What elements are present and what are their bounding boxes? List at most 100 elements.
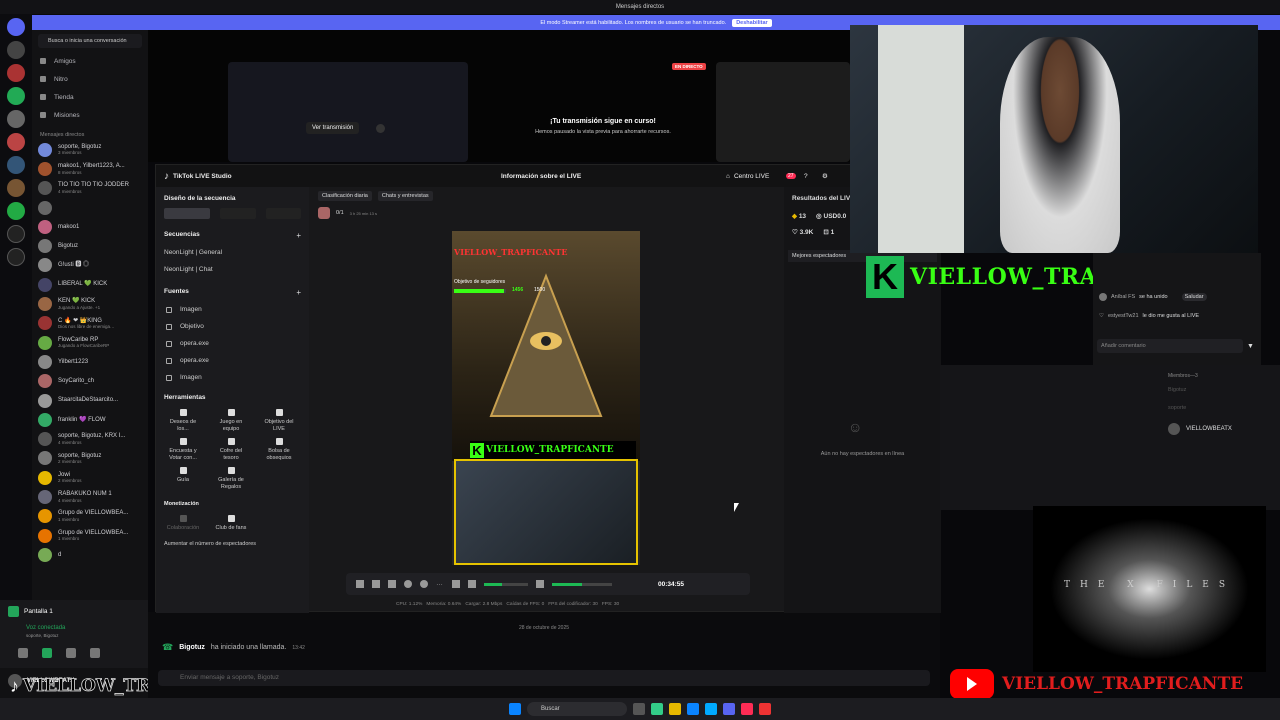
opera-icon[interactable]	[759, 703, 771, 715]
explore-icon[interactable]	[7, 248, 25, 266]
member-item[interactable]: Bigotuz	[1168, 387, 1186, 393]
dm-item[interactable]	[32, 198, 148, 217]
greet-button[interactable]: Saludar	[1181, 293, 1207, 301]
nav-friends[interactable]: Amigos	[32, 52, 148, 70]
tool-gift-bag[interactable]: Bolsa de obsequios	[260, 438, 298, 461]
portrait-toggle[interactable]	[164, 208, 211, 219]
dm-item[interactable]: TIO TIO TIO TIO JODDER 4 miembros	[32, 179, 148, 198]
member-item[interactable]: VIELLOWBEATX	[1168, 423, 1232, 435]
server-icon[interactable]	[7, 133, 25, 151]
add-sequence-icon[interactable]: +	[296, 231, 301, 240]
stream-tile[interactable]	[716, 62, 850, 162]
source-item[interactable]: opera.exe	[156, 335, 309, 352]
discord-icon[interactable]	[723, 703, 735, 715]
sequence-item[interactable]: NeonLight | Chat	[156, 261, 309, 278]
server-icon[interactable]	[7, 179, 25, 197]
taskbar-search[interactable]: Buscar	[527, 702, 627, 716]
record-icon[interactable]	[404, 580, 412, 588]
popout-icon[interactable]	[376, 124, 385, 133]
stream-tile[interactable]	[228, 62, 468, 162]
dm-item[interactable]: soporte, Bigotuz 2 miembros	[32, 449, 148, 468]
source-item[interactable]: Imagen	[156, 369, 309, 386]
dm-item[interactable]: KEN 💚 KICK Jugando a Ajuste. +1	[32, 294, 148, 313]
tab-chats[interactable]: Chats y entrevistas	[377, 191, 433, 201]
add-source-icon[interactable]: +	[296, 288, 301, 297]
sequence-item[interactable]: NeonLight | General	[156, 244, 309, 261]
member-item[interactable]: soporte	[1168, 405, 1186, 411]
dm-item[interactable]: FlowCaribe RP Jugando a FlowCaribeRP	[32, 333, 148, 352]
filter-icon[interactable]: ▼	[1247, 343, 1254, 350]
server-icon[interactable]	[7, 64, 25, 82]
notification-badge[interactable]: 27	[786, 173, 796, 179]
activities-icon[interactable]	[66, 648, 76, 658]
disable-button[interactable]: Deshabilitar	[732, 18, 772, 27]
start-icon[interactable]	[509, 703, 521, 715]
mute-video-icon[interactable]	[18, 648, 28, 658]
landscape-toggle[interactable]	[220, 208, 256, 219]
dm-item[interactable]: StaarcitaDeStaarcito...	[32, 391, 148, 410]
more-icon[interactable]: …	[436, 580, 444, 588]
nav-shop[interactable]: Tienda	[32, 88, 148, 106]
mic-icon[interactable]	[536, 580, 544, 588]
nav-quests[interactable]: Misiones	[32, 106, 148, 124]
dm-item[interactable]: makoo1	[32, 217, 148, 236]
dm-item[interactable]: Jowi 2 miembros	[32, 468, 148, 487]
screen-share-button[interactable]	[42, 648, 52, 658]
help-icon[interactable]: ?	[804, 173, 808, 180]
dm-item[interactable]: G!usti 🅱 ◎	[32, 256, 148, 275]
message-input[interactable]: Enviar mensaje a soporte, Bigotuz	[158, 670, 930, 686]
dm-item[interactable]: makoo1, Yilbert1223, A... 8 miembros	[32, 159, 148, 178]
edge-icon[interactable]	[687, 703, 699, 715]
dm-item[interactable]: soporte, Bigotuz 3 miembros	[32, 140, 148, 159]
nav-nitro[interactable]: Nitro	[32, 70, 148, 88]
server-icon[interactable]	[7, 156, 25, 174]
live-info-title[interactable]: Información sobre el LIVE	[501, 173, 581, 180]
mixer-icon[interactable]	[452, 580, 460, 588]
source-item[interactable]: Imagen	[156, 301, 309, 318]
boost-viewers-link[interactable]: Aumentar el número de espectadores	[156, 539, 309, 549]
file-explorer-icon[interactable]	[669, 703, 681, 715]
tool-collab[interactable]: Colaboración	[164, 514, 202, 532]
task-view-icon[interactable]	[633, 703, 645, 715]
shuffle-icon[interactable]	[356, 580, 364, 588]
store-icon[interactable]	[705, 703, 717, 715]
tiktok-studio-icon[interactable]	[741, 703, 753, 715]
dm-item[interactable]: franklin 💜 FLOW	[32, 410, 148, 429]
dm-item[interactable]: LIBERAL 💚 KICK	[32, 275, 148, 294]
dm-item[interactable]: Yilbert1223	[32, 352, 148, 371]
ranking-widget[interactable]: 0/1 3 h 25 min 13 s	[318, 207, 377, 219]
tool-live-goal[interactable]: Objetivo del LIVE	[260, 409, 298, 432]
dm-item[interactable]: soporte, Bigotuz, KRX I... 4 miembros	[32, 429, 148, 448]
server-icon[interactable]	[7, 110, 25, 128]
tool-treasure[interactable]: Cofre del tesoro	[212, 438, 250, 461]
settings-icon[interactable]: ⚙	[822, 172, 828, 180]
source-item[interactable]: Objetivo	[156, 318, 309, 335]
server-icon[interactable]	[7, 202, 25, 220]
source-item[interactable]: opera.exe	[156, 352, 309, 369]
tool-team-game[interactable]: Juego en equipo	[212, 409, 250, 432]
dm-item[interactable]: SoyCarito_ch	[32, 372, 148, 391]
watch-stream-button[interactable]: Ver transmisión	[306, 122, 360, 134]
soundboard-icon[interactable]	[90, 648, 100, 658]
caller-name[interactable]: Bigotuz	[179, 644, 205, 651]
mic-volume-slider[interactable]	[552, 582, 612, 586]
server-icon[interactable]	[7, 41, 25, 59]
server-icon[interactable]	[7, 87, 25, 105]
widgets-icon[interactable]	[651, 703, 663, 715]
discord-home-icon[interactable]	[7, 18, 25, 36]
dm-item[interactable]: RABAKUKO NUM 14 miembros	[32, 487, 148, 506]
tool-poll[interactable]: Encuesta y Votar con...	[164, 438, 202, 461]
lock-toggle[interactable]	[265, 208, 301, 219]
dm-item[interactable]: d	[32, 545, 148, 564]
layout-icon[interactable]	[372, 580, 380, 588]
live-center-button[interactable]: ⌂ Centro LIVE	[726, 173, 769, 180]
dm-item[interactable]: Grupo de VIELLOWBEA... 1 miembro	[32, 526, 148, 545]
tool-fan-club[interactable]: Club de fans	[212, 514, 250, 532]
dm-item[interactable]: C 🔥 ❤ 👑KING Dios nos libre de enemiga…	[32, 314, 148, 333]
tool-gift-gallery[interactable]: Galería de Regalos	[212, 467, 250, 490]
dm-search-input[interactable]: Busca o inicia una conversación	[38, 34, 142, 48]
speaker-volume-slider[interactable]	[484, 582, 528, 586]
tool-guide[interactable]: Guía	[164, 467, 202, 490]
camera-icon[interactable]	[420, 580, 428, 588]
dm-item[interactable]: Bigotuz	[32, 236, 148, 255]
